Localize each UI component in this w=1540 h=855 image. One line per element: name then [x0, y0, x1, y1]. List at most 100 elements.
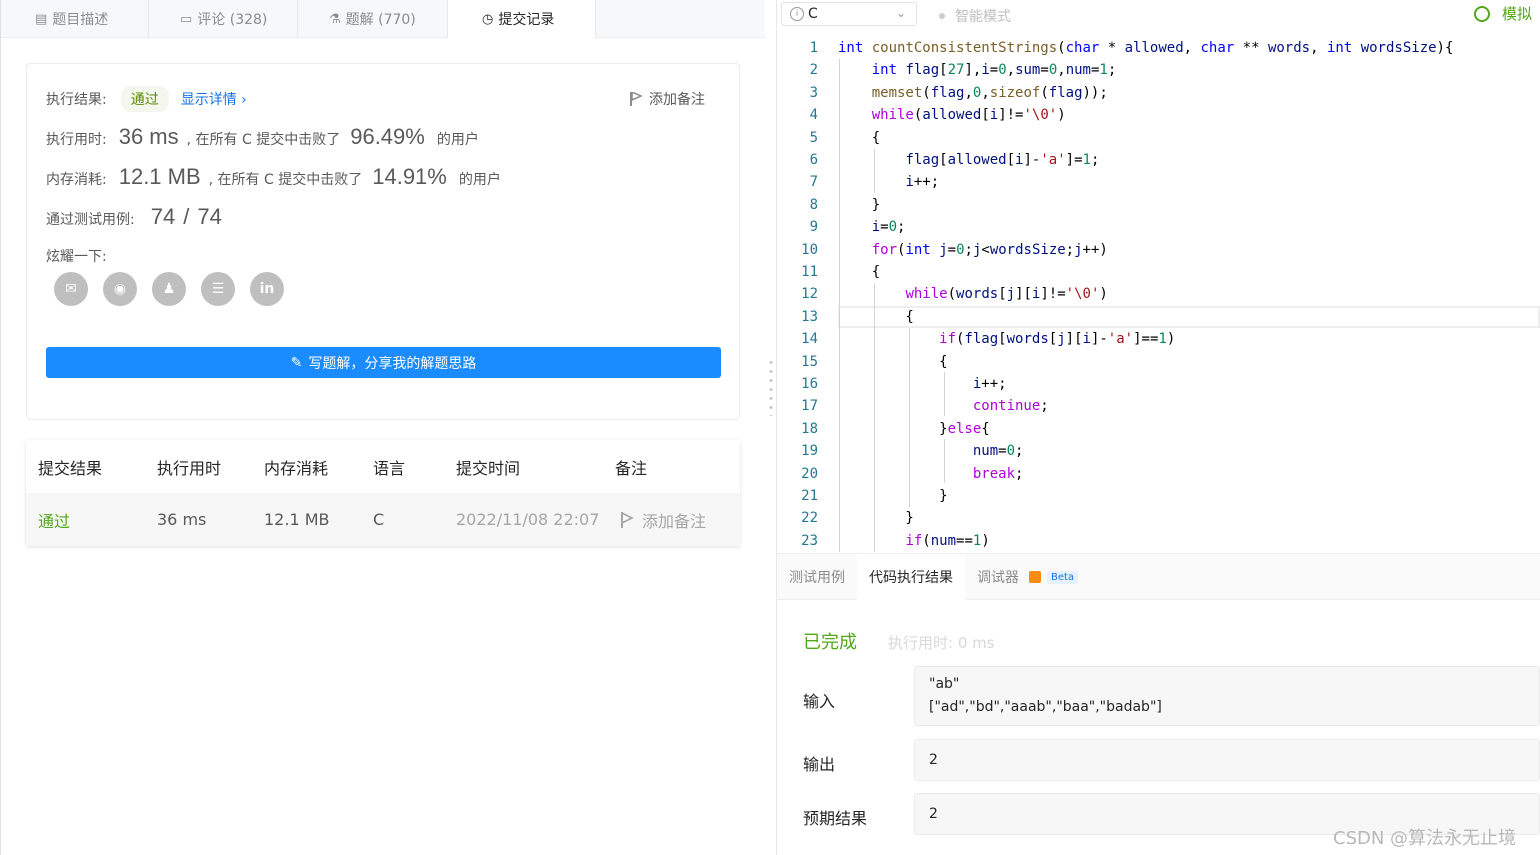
- code-line[interactable]: 18 }else{: [777, 418, 1540, 440]
- tab-run-result[interactable]: 代码执行结果: [857, 554, 965, 600]
- code-line[interactable]: 19 num=0;: [777, 440, 1540, 462]
- code-text: i=0;: [871, 219, 906, 236]
- code-editor[interactable]: 1 int countConsistentStrings(char * allow…: [777, 37, 1540, 552]
- tab-debugger[interactable]: 调试器 Beta: [965, 554, 1090, 600]
- line-number: 18: [801, 420, 818, 437]
- smart-mode-toggle[interactable]: 智能模式: [939, 6, 1011, 26]
- tab-submissions[interactable]: ◷ 提交记录: [448, 0, 596, 38]
- show-details-link[interactable]: 显示详情 ›: [181, 89, 247, 109]
- code-line[interactable]: 23 if(num==1): [777, 530, 1540, 552]
- smart-mode-dot-icon: [939, 13, 945, 19]
- code-line[interactable]: 16 i++;: [777, 373, 1540, 395]
- add-note-button[interactable]: 添加备注: [630, 89, 705, 109]
- run-status: 已完成: [803, 632, 857, 653]
- header-result: 提交结果: [38, 458, 103, 478]
- language-value: C: [808, 6, 818, 22]
- code-text: memset(flag,0,sizeof(flag));: [871, 84, 1108, 101]
- code-line[interactable]: 6 flag[allowed[i]-'a']=1;: [777, 149, 1540, 171]
- code-line[interactable]: 2 int flag[27],i=0,sum=0,num=1;: [777, 59, 1540, 81]
- code-line[interactable]: 4 while(allowed[i]!='\0'): [777, 104, 1540, 126]
- tests-passed: 74: [150, 204, 176, 229]
- tab-solutions[interactable]: ⚗ 题解 (770): [298, 0, 448, 38]
- expected-value: 2: [929, 806, 938, 822]
- code-text: break;: [972, 465, 1024, 482]
- code-line[interactable]: 13 {: [777, 306, 1540, 328]
- code-line[interactable]: 15 {: [777, 351, 1540, 373]
- qq-icon[interactable]: ♟: [152, 272, 186, 306]
- code-text: int countConsistentStrings(char * allowe…: [838, 40, 1454, 56]
- row-result[interactable]: 通过: [38, 493, 70, 546]
- code-text: }: [838, 488, 948, 504]
- code-line[interactable]: 20 break;: [777, 463, 1540, 485]
- output-label: 输出: [803, 755, 836, 774]
- tests-separator: /: [183, 204, 190, 229]
- lock-icon: [1029, 571, 1041, 583]
- input-line-1: "ab": [929, 676, 960, 692]
- line-number: 1: [809, 40, 818, 56]
- line-number: 15: [801, 353, 818, 370]
- tests-row: 通过测试用例: 74 / 74: [46, 204, 222, 230]
- weibo-icon[interactable]: ◉: [103, 272, 137, 306]
- line-number: 4: [809, 107, 818, 124]
- line-number: 20: [801, 465, 818, 482]
- exec-result-label: 执行结果:: [46, 92, 107, 108]
- output-value: 2: [929, 752, 938, 768]
- write-solution-button[interactable]: ✎ 写题解，分享我的解题思路: [46, 347, 721, 378]
- code-line[interactable]: 10 for(int j=0;j<wordsSize;j++): [777, 239, 1540, 261]
- line-number: 5: [809, 129, 818, 146]
- row-language: C: [373, 510, 385, 529]
- status-badge: 通过: [120, 86, 169, 112]
- code-line[interactable]: 7 i++;: [777, 171, 1540, 193]
- tab-testcases[interactable]: 测试用例: [777, 554, 857, 600]
- code-text: {: [838, 353, 948, 370]
- tab-comments[interactable]: ▭ 评论 (328): [149, 0, 298, 38]
- memory-row: 内存消耗: 12.1 MB , 在所有 C 提交中击败了 14.91% 的用户: [46, 164, 501, 190]
- line-number: 7: [809, 174, 818, 191]
- runtime-label: 执行用时:: [46, 132, 107, 148]
- flask-icon: ⚗: [329, 11, 341, 27]
- row-note-label: 添加备注: [642, 511, 707, 531]
- line-number: 22: [801, 510, 818, 527]
- console-panel: 测试用例 代码执行结果 调试器 Beta 已完成 执行用时: 0 ms 输入 "…: [777, 553, 1540, 855]
- run-runtime: 执行用时: 0 ms: [888, 634, 995, 652]
- code-line[interactable]: 5 {: [777, 127, 1540, 149]
- code-line[interactable]: 22 }: [777, 507, 1540, 529]
- mock-label: 模拟: [1502, 5, 1533, 23]
- language-select[interactable]: i C ⌄: [781, 2, 917, 26]
- drag-handle-icon[interactable]: [769, 358, 773, 416]
- code-text: {: [838, 264, 881, 280]
- tab-label: 提交记录: [498, 12, 555, 28]
- header-note: 备注: [615, 458, 648, 478]
- mock-interview-button[interactable]: 模拟: [1474, 3, 1532, 24]
- code-line[interactable]: 8 }: [777, 194, 1540, 216]
- line-number: 2: [809, 62, 818, 79]
- pane-splitter[interactable]: [765, 0, 777, 855]
- code-line[interactable]: 9 i=0;: [777, 216, 1540, 238]
- code-line[interactable]: 12 while(words[j][i]!='\0'): [777, 283, 1540, 305]
- wechat-icon[interactable]: ✉: [54, 272, 88, 306]
- code-text: while(words[j][i]!='\0'): [905, 286, 1108, 303]
- line-number: 23: [801, 532, 818, 549]
- tests-total: 74: [197, 204, 222, 229]
- tab-description[interactable]: ▤ 题目描述: [1, 0, 149, 38]
- expected-label: 预期结果: [803, 809, 868, 828]
- flag-icon: [621, 511, 634, 528]
- line-number: 3: [809, 84, 818, 101]
- code-line[interactable]: 3 memset(flag,0,sizeof(flag));: [777, 82, 1540, 104]
- code-line[interactable]: 21 }: [777, 485, 1540, 507]
- douban-icon[interactable]: ☰: [201, 272, 235, 306]
- row-add-note-button[interactable]: 添加备注: [620, 493, 706, 546]
- code-line[interactable]: 1 int countConsistentStrings(char * allow…: [777, 37, 1540, 59]
- description-icon: ▤: [35, 11, 48, 27]
- submissions-table: 提交结果 执行用时 内存消耗 语言 提交时间 备注 通过 36 ms 12.1 …: [26, 440, 740, 546]
- line-number: 16: [801, 376, 818, 392]
- code-line[interactable]: 11 {: [777, 261, 1540, 283]
- linkedin-icon[interactable]: in: [250, 272, 284, 306]
- table-row[interactable]: 通过 36 ms 12.1 MB C 2022/11/08 22:07 添加备注: [26, 493, 740, 546]
- code-line[interactable]: 17 continue;: [777, 395, 1540, 417]
- line-number: 12: [801, 286, 818, 303]
- header-submit-time: 提交时间: [456, 458, 521, 478]
- tab-label: 评论 (328): [197, 12, 268, 28]
- code-text: {: [838, 308, 914, 325]
- code-line[interactable]: 14 if(flag[words[j][i]-'a']==1): [777, 328, 1540, 350]
